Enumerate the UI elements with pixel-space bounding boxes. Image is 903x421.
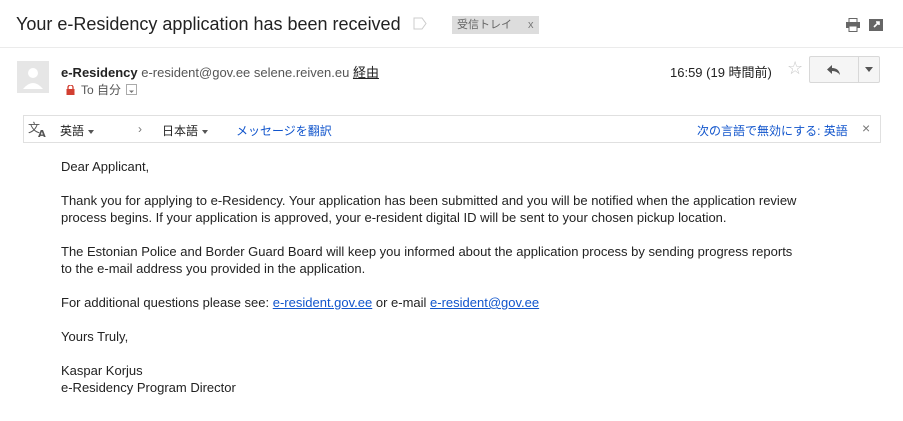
email-subject: Your e-Residency application has been re…: [16, 14, 401, 34]
reply-button[interactable]: [809, 56, 859, 83]
greeting: Dear Applicant,: [61, 159, 150, 174]
translate-icon: 文 A: [28, 120, 46, 138]
reply-button-group: [809, 56, 880, 83]
more-actions-button[interactable]: [859, 56, 880, 83]
lock-icon: [66, 84, 75, 95]
paragraph-line: to the e-mail address you provided in th…: [61, 260, 366, 276]
reply-arrow-icon: [827, 64, 840, 75]
person-icon: [23, 68, 43, 89]
svg-text:A: A: [38, 129, 46, 138]
source-language-label: 英語: [60, 124, 85, 138]
closing: Yours Truly,: [61, 329, 129, 344]
signature-name: Kaspar Korjus: [61, 363, 143, 378]
questions-line: For additional questions please see: e-r…: [61, 295, 881, 312]
paragraph-line: process begins. If your application is a…: [61, 209, 727, 225]
source-language-dropdown[interactable]: 英語: [60, 122, 95, 139]
target-language-dropdown[interactable]: 日本語: [162, 122, 209, 139]
message-date: 16:59 (19 時間前): [670, 65, 772, 80]
translate-bar: 文 A 英語 › 日本語 メッセージを翻訳 次の言語で無効にする: 英語 ×: [23, 115, 881, 143]
chevron-down-icon: [865, 67, 873, 72]
translate-message-link[interactable]: メッセージを翻訳: [236, 122, 332, 139]
show-details-button[interactable]: [126, 84, 138, 95]
caret-down-icon: [202, 129, 209, 134]
to-recipient: To 自分: [81, 83, 122, 97]
signature: Kaspar Korjus e-Residency Program Direct…: [61, 363, 881, 396]
sender-avatar[interactable]: [17, 61, 49, 93]
target-language-label: 日本語: [162, 124, 199, 138]
questions-prefix: For additional questions please see:: [61, 295, 273, 310]
body-paragraph-2: The Estonian Police and Border Guard Boa…: [61, 244, 881, 277]
open-in-new-window-icon[interactable]: [868, 18, 884, 32]
sender-line: e-Residency e-resident@gov.ee selene.rei…: [61, 62, 379, 81]
via-link[interactable]: 経由: [353, 65, 379, 80]
recipient-line: To 自分: [66, 81, 138, 98]
sender-email: e-resident@gov.ee: [141, 65, 251, 80]
remove-label-button[interactable]: x: [528, 16, 534, 34]
website-link[interactable]: e-resident.gov.ee: [273, 295, 373, 310]
inbox-label-chip: 受信トレイ x: [452, 16, 539, 34]
signature-title: e-Residency Program Director: [61, 379, 236, 395]
paragraph-line: The Estonian Police and Border Guard Boa…: [61, 244, 793, 259]
sender-name[interactable]: e-Residency: [61, 65, 138, 80]
paragraph-line: Thank you for applying to e-Residency. Y…: [61, 193, 797, 208]
close-translate-bar-button[interactable]: ×: [862, 120, 870, 136]
star-icon[interactable]: ☆: [787, 58, 803, 79]
questions-middle: or e-mail: [372, 295, 431, 310]
email-link[interactable]: e-resident@gov.ee: [430, 295, 539, 310]
header-divider: [0, 47, 903, 48]
chevron-right-icon: ›: [138, 122, 142, 136]
chevron-down-icon: [129, 90, 135, 93]
disable-translation-link[interactable]: 次の言語で無効にする: 英語: [697, 122, 848, 139]
via-domain: selene.reiven.eu: [253, 65, 350, 80]
label-name: 受信トレイ: [457, 19, 512, 31]
print-icon[interactable]: [845, 18, 861, 32]
label-tag-icon[interactable]: [413, 17, 427, 30]
body-paragraph-1: Thank you for applying to e-Residency. Y…: [61, 193, 881, 226]
caret-down-icon: [88, 129, 95, 134]
